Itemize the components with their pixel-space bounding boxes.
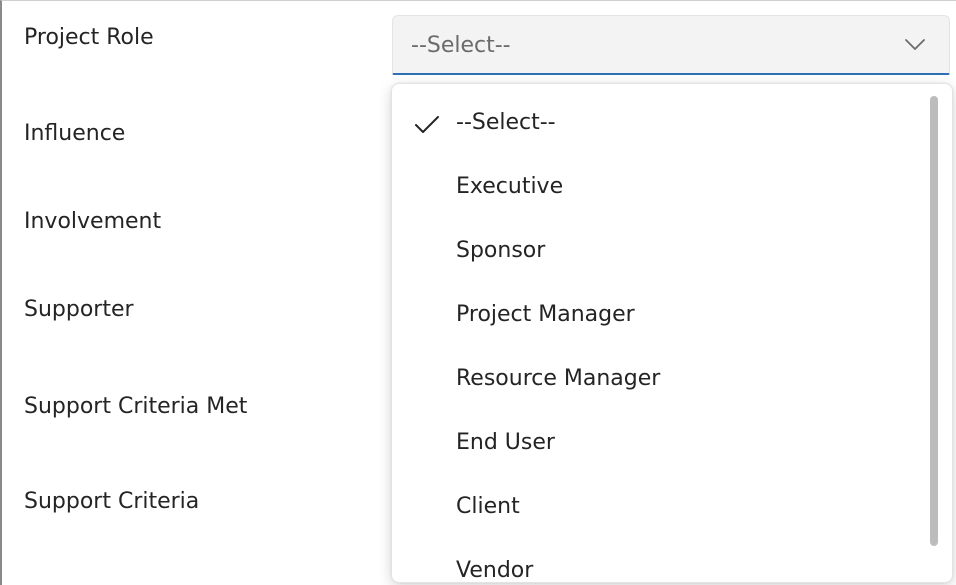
field-label-support-criteria: Support Criteria xyxy=(24,489,200,514)
field-label-influence: Influence xyxy=(24,121,126,146)
dropdown-scrollbar[interactable] xyxy=(930,96,938,546)
option-label: End User xyxy=(456,430,555,455)
option-end-user[interactable]: End User xyxy=(392,416,922,472)
option-project-manager[interactable]: Project Manager xyxy=(392,288,922,344)
chevron-down-icon xyxy=(905,39,925,50)
option-sponsor[interactable]: Sponsor xyxy=(392,224,922,280)
project-role-select-value: --Select-- xyxy=(411,33,511,58)
checkmark-icon xyxy=(415,116,439,133)
option-label: Resource Manager xyxy=(456,366,661,391)
option-client[interactable]: Client xyxy=(392,480,922,536)
option-vendor[interactable]: Vendor xyxy=(392,544,922,583)
field-label-project-role: Project Role xyxy=(24,25,154,50)
option-label: Executive xyxy=(456,174,564,199)
project-role-select[interactable]: --Select-- xyxy=(392,15,950,75)
option-executive[interactable]: Executive xyxy=(392,160,922,216)
field-label-involvement: Involvement xyxy=(24,209,162,234)
option-label: Sponsor xyxy=(456,238,546,263)
project-role-dropdown: --Select-- Executive Sponsor Project Man… xyxy=(391,83,953,583)
option-select[interactable]: --Select-- xyxy=(392,96,922,152)
form-panel: Project Role Influence Involvement Suppo… xyxy=(0,0,956,585)
option-label: Project Manager xyxy=(456,302,635,327)
option-label: Vendor xyxy=(456,558,534,583)
field-label-supporter: Supporter xyxy=(24,297,134,322)
option-resource-manager[interactable]: Resource Manager xyxy=(392,352,922,408)
field-label-support-criteria-met: Support Criteria Met xyxy=(24,394,248,419)
option-label: --Select-- xyxy=(456,110,556,135)
option-label: Client xyxy=(456,494,520,519)
